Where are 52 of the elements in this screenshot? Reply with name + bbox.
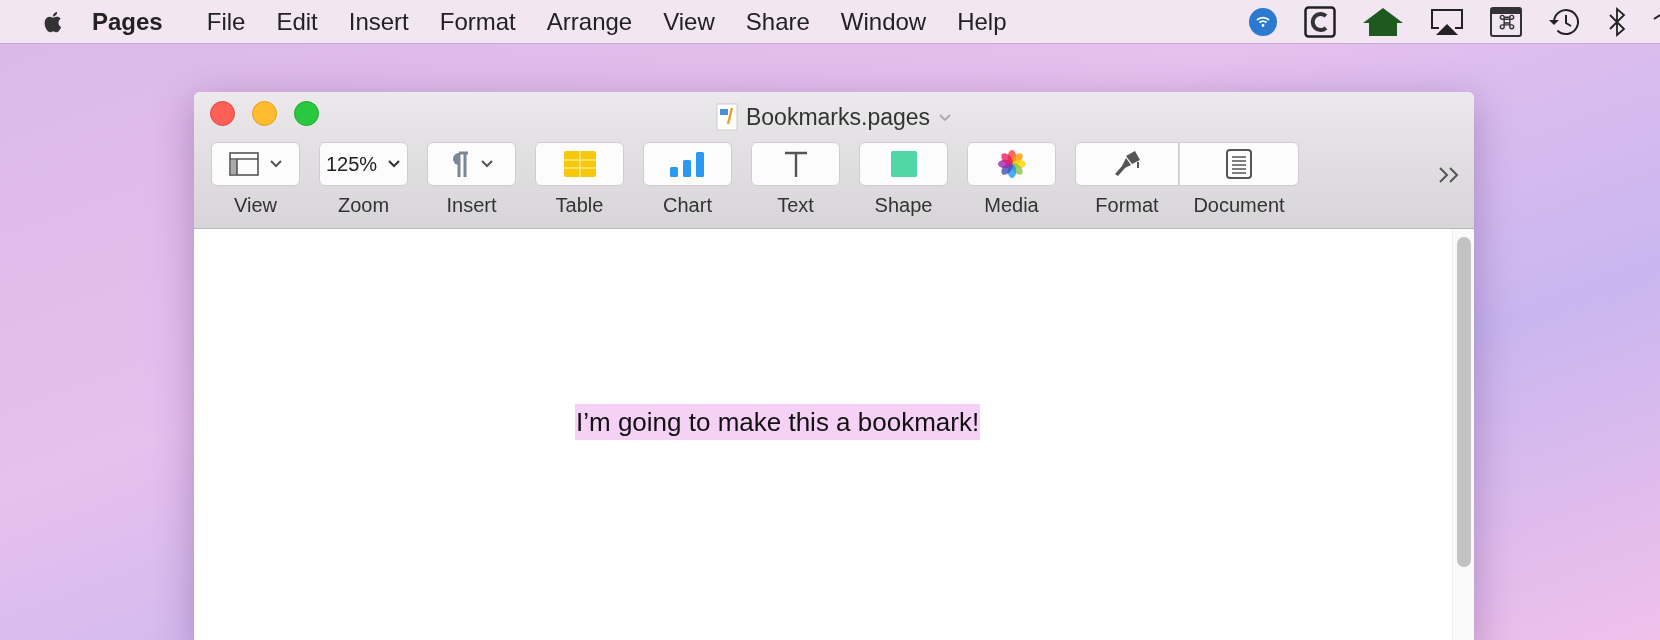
- toolbar-label: View: [234, 194, 277, 217]
- format-button[interactable]: [1075, 142, 1179, 186]
- bluetooth-icon[interactable]: [1608, 6, 1626, 37]
- airplay-icon[interactable]: [1430, 7, 1464, 36]
- letter-c-icon[interactable]: [1304, 5, 1336, 38]
- menu-item[interactable]: Arrange: [546, 7, 633, 36]
- bar-chart-icon: [669, 151, 706, 177]
- menu-item[interactable]: Edit: [276, 7, 318, 36]
- wifi-icon[interactable]: [1248, 6, 1278, 37]
- caret-icon: [268, 159, 283, 169]
- text-t-icon: [783, 151, 808, 177]
- toolbar-label: Document: [1193, 194, 1285, 217]
- menu-item[interactable]: Format: [439, 7, 516, 36]
- menu-item[interactable]: View: [663, 7, 715, 36]
- toolbar-label: Chart: [663, 194, 712, 217]
- document-icon: [715, 103, 738, 131]
- flower-icon: [996, 149, 1027, 179]
- toolbar-label: Text: [777, 194, 814, 217]
- square-icon: [890, 151, 917, 177]
- app-menu[interactable]: Pages: [92, 7, 163, 36]
- house-icon[interactable]: [1362, 6, 1404, 37]
- close-button[interactable]: [210, 101, 235, 126]
- toolbar-label: Format: [1095, 194, 1159, 217]
- sidebar-layout-icon: [228, 152, 259, 176]
- toolbar-label: Media: [984, 194, 1039, 217]
- apple-logo-icon[interactable]: [42, 9, 62, 34]
- paintbrush-icon: [1112, 150, 1142, 178]
- overflow-chevron-icon[interactable]: [1438, 166, 1460, 184]
- caret-icon: [479, 159, 494, 169]
- menu-item[interactable]: Insert: [348, 7, 409, 36]
- menu-item[interactable]: File: [206, 7, 246, 36]
- scroll-thumb[interactable]: [1457, 237, 1471, 567]
- insert-button[interactable]: [427, 142, 516, 186]
- toolbar-label: Table: [555, 194, 604, 217]
- window-title: Bookmarks.pages: [745, 103, 931, 131]
- menu-item[interactable]: Share: [745, 7, 810, 36]
- caret-icon: [387, 159, 402, 169]
- toolbar-label: Zoom: [337, 194, 390, 217]
- text-button[interactable]: [751, 142, 840, 186]
- menu-item[interactable]: Help: [957, 7, 1007, 36]
- document-button[interactable]: [1179, 142, 1299, 186]
- table-icon: [563, 151, 596, 177]
- document-icon: [1226, 149, 1252, 179]
- media-button[interactable]: [967, 142, 1056, 186]
- command-window-icon[interactable]: [1490, 6, 1522, 37]
- chart-button[interactable]: [643, 142, 732, 186]
- view-button[interactable]: [211, 142, 300, 186]
- toolbar-label: Shape: [874, 194, 933, 217]
- menu-item[interactable]: Window: [840, 7, 927, 36]
- zoom-button[interactable]: 125%: [319, 142, 408, 186]
- body-text: I’m going to make this a bookmark!: [575, 404, 981, 440]
- toolbar-label: Insert: [446, 194, 497, 217]
